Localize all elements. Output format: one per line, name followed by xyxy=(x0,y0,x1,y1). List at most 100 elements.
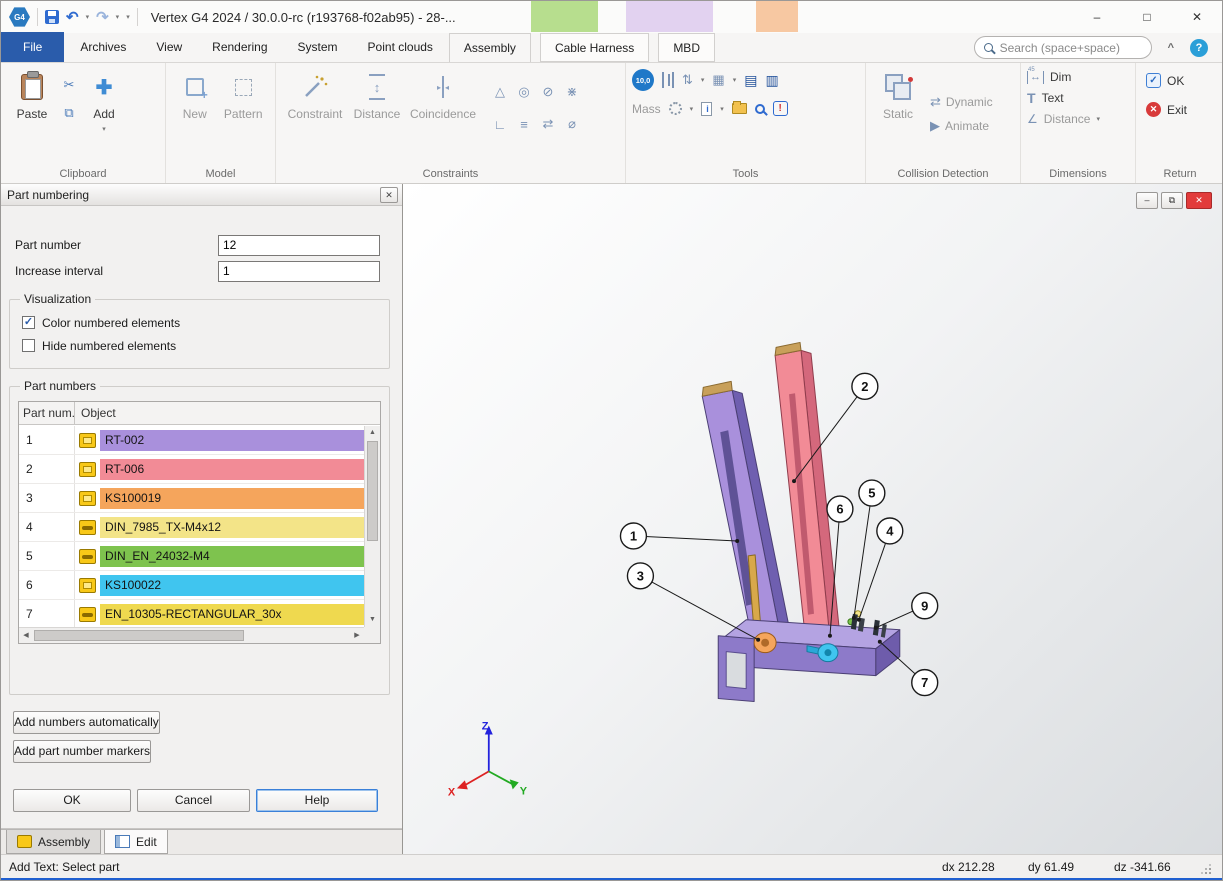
warning-icon[interactable]: ! xyxy=(773,101,788,116)
minimize-button[interactable]: – xyxy=(1072,1,1122,32)
add-dropdown-icon[interactable]: ▾ xyxy=(102,125,106,133)
symmetry-constraint-icon[interactable]: ⋇ xyxy=(567,84,578,100)
part-row-7[interactable]: 7EN_10305-RECTANGULAR_30x xyxy=(19,600,364,627)
part-number-input[interactable] xyxy=(218,235,380,256)
no-rotation-constraint-icon[interactable]: ⊘ xyxy=(543,84,554,100)
undo-icon[interactable]: ↶ xyxy=(66,10,79,25)
assembly-scene[interactable]: Z X Y 12345697 xyxy=(403,184,1222,854)
coincidence-button[interactable]: ▸◂ Coincidence xyxy=(406,68,480,159)
panel-list-icon[interactable]: ▥ xyxy=(765,72,778,89)
gear-dropdown-icon[interactable]: ▾ xyxy=(690,105,694,113)
tangent-constraint-icon[interactable]: ⌀ xyxy=(568,116,576,132)
pattern-button[interactable]: Pattern xyxy=(218,68,269,159)
tab-view[interactable]: View xyxy=(142,33,196,62)
part-row-3[interactable]: 3KS100019 xyxy=(19,484,364,513)
search-input[interactable]: Search (space+space) xyxy=(974,36,1152,59)
table-dropdown-icon[interactable]: ▾ xyxy=(733,76,737,84)
column-header-part-number[interactable]: Part num... xyxy=(19,402,75,424)
checkbox-row[interactable]: Hide numbered elements xyxy=(22,337,377,354)
table-header[interactable]: Part num... Object xyxy=(19,402,380,425)
checkbox[interactable] xyxy=(22,339,35,352)
inspect-icon[interactable] xyxy=(755,104,765,114)
dialog-close-button[interactable]: ✕ xyxy=(380,187,398,203)
close-button[interactable]: ✕ xyxy=(1172,1,1222,32)
column-header-object[interactable]: Object xyxy=(75,402,380,424)
resize-grip[interactable] xyxy=(1200,855,1214,878)
renumber-dropdown-icon[interactable]: ▾ xyxy=(701,76,705,84)
swap-constraint-icon[interactable]: ⇄ xyxy=(543,116,554,132)
horizontal-scrollbar[interactable]: ◀ ▶ xyxy=(19,627,364,643)
vertical-scrollbar[interactable]: ▲ ▼ xyxy=(364,426,380,627)
vertical-scroll-thumb[interactable] xyxy=(367,441,378,541)
parallel-constraint-icon[interactable]: ≡ xyxy=(520,117,528,132)
tab-archives[interactable]: Archives xyxy=(66,33,140,62)
angle-constraint-icon[interactable]: △ xyxy=(495,84,505,100)
constraint-button[interactable]: Constraint xyxy=(282,68,348,159)
ok-ribbon-button[interactable]: ✓ OK xyxy=(1146,73,1223,88)
panel-view-icon[interactable]: ▤ xyxy=(744,72,757,89)
add-part-number-markers-button[interactable]: Add part number markers xyxy=(13,740,151,763)
tools-gear-icon[interactable] xyxy=(669,102,682,115)
redo-icon[interactable]: ↷ xyxy=(96,10,109,25)
dynamic-collision-button[interactable]: ⇄ Dynamic xyxy=(930,94,993,110)
viewport-close-button[interactable]: ✕ xyxy=(1186,192,1212,209)
part-row-4[interactable]: 4DIN_7985_TX-M4x12 xyxy=(19,513,364,542)
distance-dropdown-icon[interactable]: ▾ xyxy=(1096,115,1100,123)
scroll-up-icon[interactable]: ▲ xyxy=(365,426,380,440)
dim-button[interactable]: ↔ Dim xyxy=(1027,70,1135,84)
bottom-tab-assembly[interactable]: Assembly xyxy=(6,830,101,854)
renumber-list-icon[interactable]: ⇅ xyxy=(682,72,693,88)
reference-frame-icon[interactable] xyxy=(662,72,674,88)
maximize-button[interactable]: □ xyxy=(1122,1,1172,32)
viewport-restore-button[interactable]: ⧉ xyxy=(1161,192,1183,209)
tab-mbd[interactable]: MBD xyxy=(658,33,715,62)
help-button[interactable]: Help xyxy=(256,789,378,812)
viewport-minimize-button[interactable]: – xyxy=(1136,192,1158,209)
scroll-down-icon[interactable]: ▼ xyxy=(365,613,380,627)
mass-value-icon[interactable]: 10,0 xyxy=(632,69,654,91)
part-row-6[interactable]: 6KS100022 xyxy=(19,571,364,600)
table-icon[interactable]: ▦ xyxy=(712,72,724,88)
folder-icon[interactable] xyxy=(732,103,747,114)
copy-icon[interactable]: ⧉ xyxy=(64,105,73,121)
part-row-5[interactable]: 5DIN_EN_24032-M4 xyxy=(19,542,364,571)
animate-collision-button[interactable]: ▶ Animate xyxy=(930,118,993,134)
scroll-left-icon[interactable]: ◀ xyxy=(19,628,33,643)
app-logo-icon[interactable]: G4 xyxy=(9,7,30,28)
tab-rendering[interactable]: Rendering xyxy=(198,33,281,62)
tab-file[interactable]: File xyxy=(1,32,64,62)
static-collision-button[interactable]: Static xyxy=(876,68,920,159)
add-numbers-automatically-button[interactable]: Add numbers automatically xyxy=(13,711,160,734)
document-dropdown-icon[interactable]: ▾ xyxy=(720,105,724,113)
horizontal-scroll-thumb[interactable] xyxy=(34,630,244,641)
scroll-right-icon[interactable]: ▶ xyxy=(350,628,364,643)
new-button[interactable]: New xyxy=(172,68,218,159)
part-row-2[interactable]: 2RT-006 xyxy=(19,455,364,484)
mass-label[interactable]: Mass xyxy=(632,102,661,116)
tab-assembly[interactable]: Assembly xyxy=(449,33,531,62)
tab-cable-harness[interactable]: Cable Harness xyxy=(540,33,649,62)
exit-ribbon-button[interactable]: ✕ Exit xyxy=(1146,102,1223,117)
text-button[interactable]: T Text xyxy=(1027,90,1135,106)
collapse-ribbon-icon[interactable]: ^ xyxy=(1168,42,1174,54)
perpendicular-constraint-icon[interactable]: ∟ xyxy=(494,117,507,132)
tab-system[interactable]: System xyxy=(284,33,352,62)
info-document-icon[interactable] xyxy=(701,102,712,116)
cancel-button[interactable]: Cancel xyxy=(137,789,250,812)
increase-interval-input[interactable] xyxy=(218,261,380,282)
customize-toolbar-icon[interactable]: ▾ xyxy=(126,13,130,21)
ok-button[interactable]: OK xyxy=(13,789,131,812)
part-row-1[interactable]: 1RT-002 xyxy=(19,426,364,455)
concentric-constraint-icon[interactable]: ◎ xyxy=(518,84,529,100)
checkbox[interactable]: ✓ xyxy=(22,316,35,329)
redo-dropdown-icon[interactable]: ▾ xyxy=(116,13,120,21)
checkbox-row[interactable]: ✓Color numbered elements xyxy=(22,314,377,331)
save-icon[interactable] xyxy=(45,10,59,24)
paste-button[interactable]: Paste xyxy=(7,68,57,159)
bottom-tab-edit[interactable]: Edit xyxy=(104,830,168,854)
dialog-title-bar[interactable]: Part numbering ✕ xyxy=(1,184,402,206)
tab-point-clouds[interactable]: Point clouds xyxy=(354,33,447,62)
help-icon[interactable]: ? xyxy=(1190,39,1208,57)
add-button[interactable]: ✚ Add ▾ xyxy=(81,68,127,159)
cut-icon[interactable]: ✂ xyxy=(64,77,75,93)
